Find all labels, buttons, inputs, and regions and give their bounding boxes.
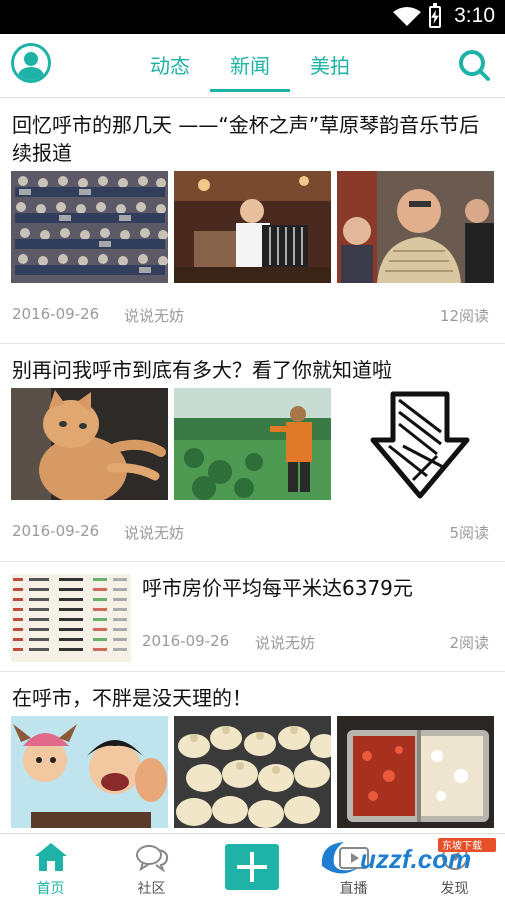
article-title: 在呼市，不胖是没天理的！ xyxy=(12,686,252,710)
nav-community-label: 社区 xyxy=(137,881,166,897)
user-silhouette-icon xyxy=(17,52,45,80)
article-images xyxy=(0,716,505,828)
article-date: 2016-09-26 xyxy=(142,632,230,650)
article-images xyxy=(0,388,505,500)
article-meta: 2016-09-26 说说无妨 12阅读 xyxy=(0,295,505,343)
article-source: 说说无妨 xyxy=(255,634,316,652)
tab-news[interactable]: 新闻 xyxy=(210,34,290,98)
article-read-count: 5阅读 xyxy=(449,524,489,542)
article-read-count: 2阅读 xyxy=(449,634,489,652)
tab-meipai[interactable]: 美拍 xyxy=(290,34,370,98)
article-source: 说说无妨 xyxy=(124,524,185,542)
wifi-icon xyxy=(393,7,421,26)
article-image-lake-man xyxy=(174,388,331,500)
article-title: 回忆呼市的那几天 ——“金杯之声”草原琴韵音乐节后续报道 xyxy=(12,113,480,165)
article-image-accordion-orchestra xyxy=(11,171,168,283)
article-source: 说说无妨 xyxy=(124,307,185,325)
nav-community[interactable]: 社区 xyxy=(101,834,202,900)
status-bar: 3:10 xyxy=(0,0,505,34)
search-icon[interactable] xyxy=(457,48,491,82)
article-date: 2016-09-26 xyxy=(12,305,100,323)
article-title: 呼市房价平均每平米达6379元 xyxy=(142,576,413,600)
article-meta: 2016-09-26 说说无妨 2阅读 xyxy=(142,632,489,652)
tab-dongtai[interactable]: 动态 xyxy=(130,34,210,98)
article-card[interactable]: 呼市房价平均每平米达6379元 2016-09-26 说说无妨 2阅读 xyxy=(0,562,505,672)
article-title: 别再问我呼市到底有多大？看了你就知道啦 xyxy=(12,358,392,382)
article-card[interactable]: 回忆呼市的那几天 ——“金杯之声”草原琴韵音乐节后续报道 2016-09-26 … xyxy=(0,99,505,344)
plus-icon xyxy=(225,844,279,890)
article-image-dumplings xyxy=(174,716,331,828)
article-image-hotpot xyxy=(337,716,494,828)
avatar[interactable] xyxy=(11,43,51,83)
nav-discover-label: 发现 xyxy=(440,881,469,897)
tab-bar: 动态 新闻 美拍 xyxy=(130,34,370,98)
article-image-cartoon xyxy=(11,716,168,828)
nav-add[interactable] xyxy=(202,834,303,900)
nav-live-label: 直播 xyxy=(339,881,368,897)
article-image-price-table xyxy=(11,574,131,662)
article-read-count: 12阅读 xyxy=(439,307,489,325)
nav-home[interactable]: 首页 xyxy=(0,834,101,900)
article-card[interactable]: 在呼市，不胖是没天理的！ xyxy=(0,672,505,842)
news-feed: 回忆呼市的那几天 ——“金杯之声”草原琴韵音乐节后续报道 2016-09-26 … xyxy=(0,99,505,842)
home-icon xyxy=(35,843,67,871)
status-time: 3:10 xyxy=(454,4,495,27)
article-image-arrow-sketch xyxy=(337,388,494,500)
svg-text:东坡下载: 东坡下载 xyxy=(442,839,482,852)
battery-icon xyxy=(429,3,441,28)
article-date: 2016-09-26 xyxy=(12,522,100,540)
article-images xyxy=(0,171,505,283)
article-image-cat xyxy=(11,388,168,500)
article-image-smiling-man xyxy=(337,171,494,283)
watermark-logo: uzzf.com 东坡下载 xyxy=(318,838,498,878)
top-header: 动态 新闻 美拍 xyxy=(0,34,505,98)
article-card[interactable]: 别再问我呼市到底有多大？看了你就知道啦 2016-09-26 说说无妨 5阅读 xyxy=(0,344,505,562)
article-image-accordion-player xyxy=(174,171,331,283)
chat-bubbles-icon xyxy=(136,845,169,872)
article-meta: 2016-09-26 说说无妨 5阅读 xyxy=(0,512,505,560)
nav-home-label: 首页 xyxy=(36,881,65,897)
